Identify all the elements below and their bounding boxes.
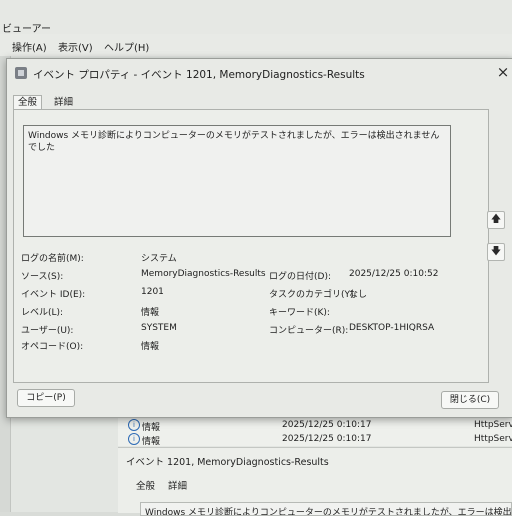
user-label: ユーザー(U):: [21, 326, 74, 336]
preview-tab-general[interactable]: 全般: [136, 478, 155, 492]
previous-event-button[interactable]: 🡅: [487, 211, 505, 229]
menu-help[interactable]: ヘルプ(H): [104, 39, 149, 54]
window-title: ビューアー: [2, 24, 51, 35]
info-icon: i: [128, 433, 140, 445]
keywords-label: キーワード(K):: [269, 308, 330, 318]
event-row[interactable]: i 情報 2025/12/25 0:10:17 HttpServ: [118, 432, 512, 447]
preview-pane: イベント 1201, MemoryDiagnostics-Results 全般 …: [118, 447, 512, 516]
menu-action[interactable]: 操作(A): [12, 39, 47, 54]
logged-value: 2025/12/25 0:10:52: [349, 269, 439, 279]
menu-view[interactable]: 表示(V): [58, 39, 93, 54]
task-category-label: タスクのカテゴリ(Y):: [269, 290, 357, 300]
computer-value: DESKTOP-1HIQRSA: [349, 323, 435, 333]
user-value: SYSTEM: [141, 323, 177, 333]
close-button[interactable]: 閉じる(C): [441, 391, 499, 409]
dialog-titlebar: イベント プロパティ - イベント 1201, MemoryDiagnostic…: [7, 59, 512, 87]
event-viewer-icon: [15, 67, 27, 79]
close-icon[interactable]: ×: [495, 64, 511, 80]
log-name-label: ログの名前(M):: [21, 254, 84, 264]
event-id-label: イベント ID(E):: [21, 290, 86, 300]
opcode-value: 情報: [141, 342, 160, 352]
event-date: 2025/12/25 0:10:17: [282, 434, 372, 444]
source-label: ソース(S):: [21, 272, 64, 282]
info-icon: i: [128, 419, 140, 431]
next-event-button[interactable]: 🡇: [487, 243, 505, 261]
event-row[interactable]: i 情報 2025/12/25 0:10:17 HttpServ: [118, 418, 512, 433]
level-label: レベル(L):: [21, 308, 64, 318]
tab-general[interactable]: 全般: [13, 95, 43, 110]
event-source: HttpServ: [474, 434, 512, 444]
preview-tab-details[interactable]: 詳細: [168, 478, 187, 492]
source-value: MemoryDiagnostics-Results: [141, 269, 266, 279]
task-category-value: なし: [349, 290, 368, 300]
dialog-title: イベント プロパティ - イベント 1201, MemoryDiagnostic…: [33, 69, 365, 81]
logged-label: ログの日付(D):: [269, 272, 331, 282]
menu-bar: 操作(A) 表示(V) ヘルプ(H): [0, 34, 512, 56]
event-date: 2025/12/25 0:10:17: [282, 420, 372, 430]
event-message-box[interactable]: Windows メモリ診断によりコンピューターのメモリがテストされましたが、エラ…: [23, 125, 451, 237]
preview-title: イベント 1201, MemoryDiagnostics-Results: [126, 457, 329, 468]
event-level: 情報: [142, 437, 161, 447]
event-list: i 情報 2025/12/25 0:10:17 HttpServ i 情報 20…: [118, 416, 512, 447]
window-titlebar: ビューアー: [0, 0, 512, 35]
log-name-value: システム: [141, 254, 177, 264]
event-properties-dialog: イベント プロパティ - イベント 1201, MemoryDiagnostic…: [6, 58, 512, 418]
level-value: 情報: [141, 308, 160, 318]
computer-label: コンピューター(R):: [269, 326, 349, 336]
preview-message: Windows メモリ診断によりコンピューターのメモリがテストされましたが、エラ…: [140, 502, 512, 516]
event-source: HttpServ: [474, 420, 512, 430]
copy-button[interactable]: コピー(P): [17, 389, 75, 407]
event-id-value: 1201: [141, 287, 164, 297]
opcode-label: オペコード(O):: [21, 342, 84, 352]
